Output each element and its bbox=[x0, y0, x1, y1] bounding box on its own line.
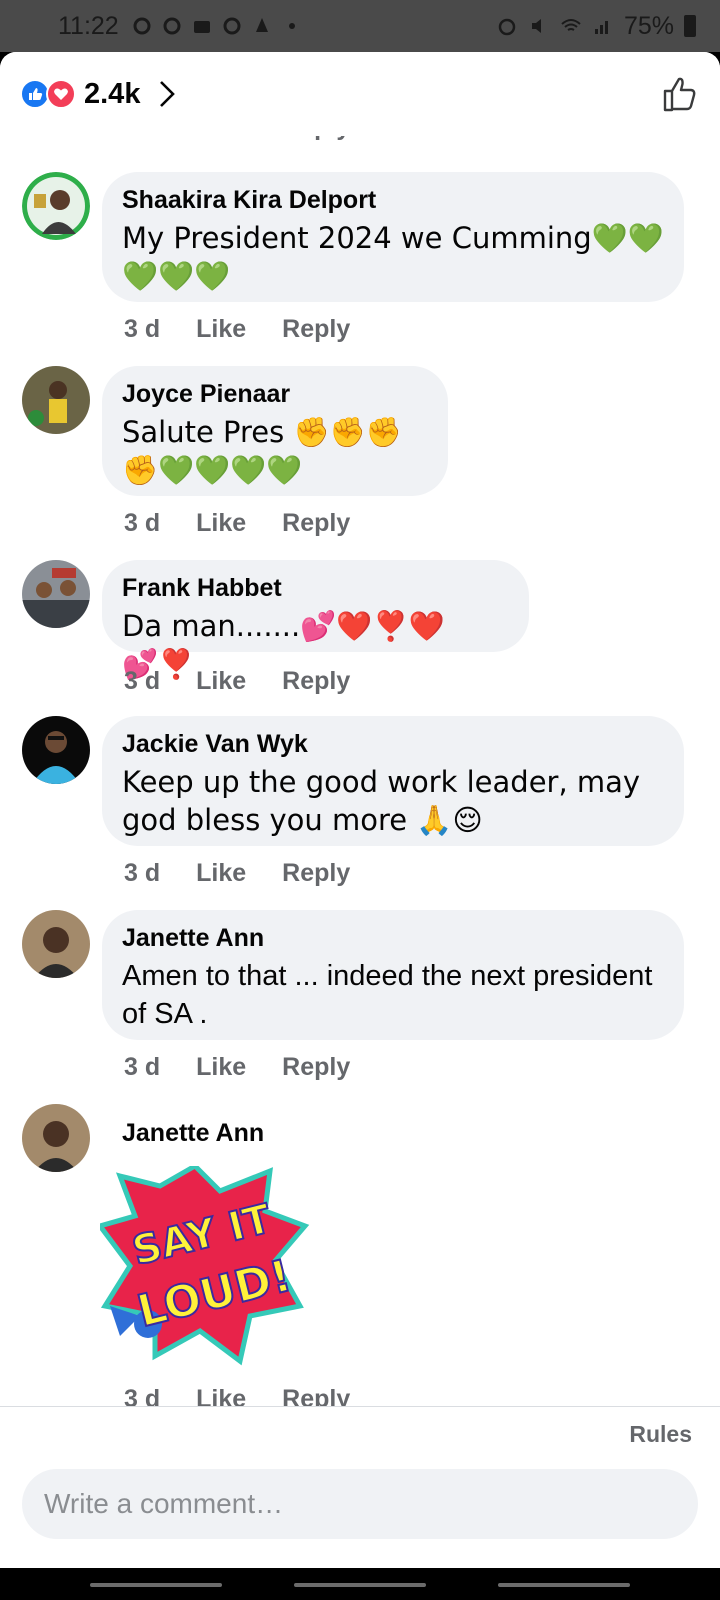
comment-author[interactable]: Frank Habbet bbox=[122, 573, 509, 603]
alarm-icon bbox=[498, 18, 516, 36]
signal-icon bbox=[594, 21, 608, 34]
sync-icon bbox=[223, 17, 241, 35]
battery-percent: 75% bbox=[623, 11, 674, 40]
reply-link[interactable]: Reply bbox=[282, 314, 350, 344]
status-time: 11:22 bbox=[58, 11, 119, 40]
chevron-right-icon bbox=[160, 81, 176, 107]
comment-bubble: Shaakira Kira Delport My President 2024 … bbox=[102, 172, 684, 302]
comment-time: 3 d bbox=[124, 315, 161, 343]
system-nav-bar bbox=[0, 1568, 720, 1600]
avatar[interactable] bbox=[22, 716, 90, 784]
comment-meta: 3 d Like Reply bbox=[124, 666, 350, 696]
comment-bubble: Jackie Van Wyk Keep up the good work lea… bbox=[102, 716, 684, 846]
like-link[interactable]: Like bbox=[196, 508, 246, 538]
app-icon bbox=[255, 18, 268, 32]
sync-icon bbox=[133, 17, 151, 35]
composer-area: Rules Write a comment… bbox=[0, 1406, 720, 1568]
comment-input[interactable]: Write a comment… bbox=[22, 1469, 698, 1539]
comment-placeholder: Write a comment… bbox=[44, 1488, 284, 1519]
avatar[interactable] bbox=[22, 910, 90, 978]
like-link[interactable]: Like bbox=[196, 1052, 246, 1082]
like-outline-icon[interactable] bbox=[660, 74, 700, 114]
dot-icon bbox=[288, 23, 295, 29]
reply-link[interactable]: Reply bbox=[282, 508, 350, 538]
comment-bubble: Frank Habbet Da man.......💕❤️❣️❤️💕❣️ bbox=[102, 560, 529, 681]
like-link[interactable]: Like bbox=[196, 666, 246, 696]
reply-link[interactable]: Reply bbox=[282, 666, 350, 696]
avatar[interactable] bbox=[22, 366, 90, 434]
comment-author[interactable]: Joyce Pienaar bbox=[122, 379, 428, 409]
heart-icon bbox=[46, 79, 76, 109]
sync-icon bbox=[163, 17, 181, 35]
comment-meta: 3 d Like Reply bbox=[124, 314, 350, 344]
like-link[interactable]: Like bbox=[196, 858, 246, 888]
wifi-icon bbox=[561, 19, 581, 31]
comment-time: 3 d bbox=[124, 509, 161, 537]
nav-back-button[interactable] bbox=[498, 1583, 630, 1587]
comment-meta: 3 d Like Reply bbox=[124, 858, 350, 888]
comment-author[interactable]: Janette Ann bbox=[122, 1118, 264, 1148]
reply-link[interactable]: Reply bbox=[282, 858, 350, 888]
comments-sheet: 2.4k 3 d Like Reply Shaakira Kira Delpor… bbox=[0, 52, 720, 1568]
mute-icon bbox=[531, 19, 541, 33]
avatar[interactable] bbox=[22, 172, 90, 240]
comment-time: 3 d bbox=[124, 859, 161, 887]
comment-meta: 3 d Like Reply bbox=[124, 508, 350, 538]
avatar[interactable] bbox=[22, 560, 90, 628]
battery-icon bbox=[684, 15, 696, 37]
comment-author[interactable]: Janette Ann bbox=[122, 923, 664, 953]
download-icon bbox=[193, 21, 210, 33]
comment-time: 3 d bbox=[124, 667, 161, 695]
comment-meta: 3 d Like Reply bbox=[124, 1052, 350, 1082]
comment-author[interactable]: Jackie Van Wyk bbox=[122, 729, 664, 759]
comment-time: 3 d bbox=[124, 1053, 161, 1081]
nav-recent-button[interactable] bbox=[90, 1583, 222, 1587]
comment-author[interactable]: Shaakira Kira Delport bbox=[122, 185, 664, 215]
status-bar: 11:22 75% bbox=[0, 0, 720, 52]
comment-text: Amen to that ... indeed the next preside… bbox=[122, 960, 653, 1030]
like-link[interactable]: Like bbox=[196, 314, 246, 344]
comment-text: Keep up the good work leader, may god bl… bbox=[122, 765, 641, 837]
avatar[interactable] bbox=[22, 1104, 90, 1172]
comment-text: Salute Pres ✊✊✊✊💚💚💚💚 bbox=[122, 415, 402, 487]
rules-link[interactable]: Rules bbox=[629, 1421, 692, 1448]
reactions-summary[interactable]: 2.4k bbox=[20, 78, 176, 111]
comment-text: My President 2024 we Cumming💚💚💚💚💚 bbox=[122, 221, 664, 293]
reaction-count: 2.4k bbox=[84, 77, 141, 110]
sheet-header: 2.4k bbox=[0, 52, 720, 136]
say-it-loud-sticker[interactable]: SAY IT LOUD! bbox=[95, 1162, 310, 1366]
system-icons: 75% bbox=[496, 12, 696, 41]
comment-bubble: Janette Ann Amen to that ... indeed the … bbox=[102, 910, 684, 1040]
comment-bubble: Joyce Pienaar Salute Pres ✊✊✊✊💚💚💚💚 bbox=[102, 366, 448, 496]
nav-home-button[interactable] bbox=[294, 1583, 426, 1587]
reply-link[interactable]: Reply bbox=[282, 1052, 350, 1082]
notification-icons bbox=[131, 15, 303, 37]
